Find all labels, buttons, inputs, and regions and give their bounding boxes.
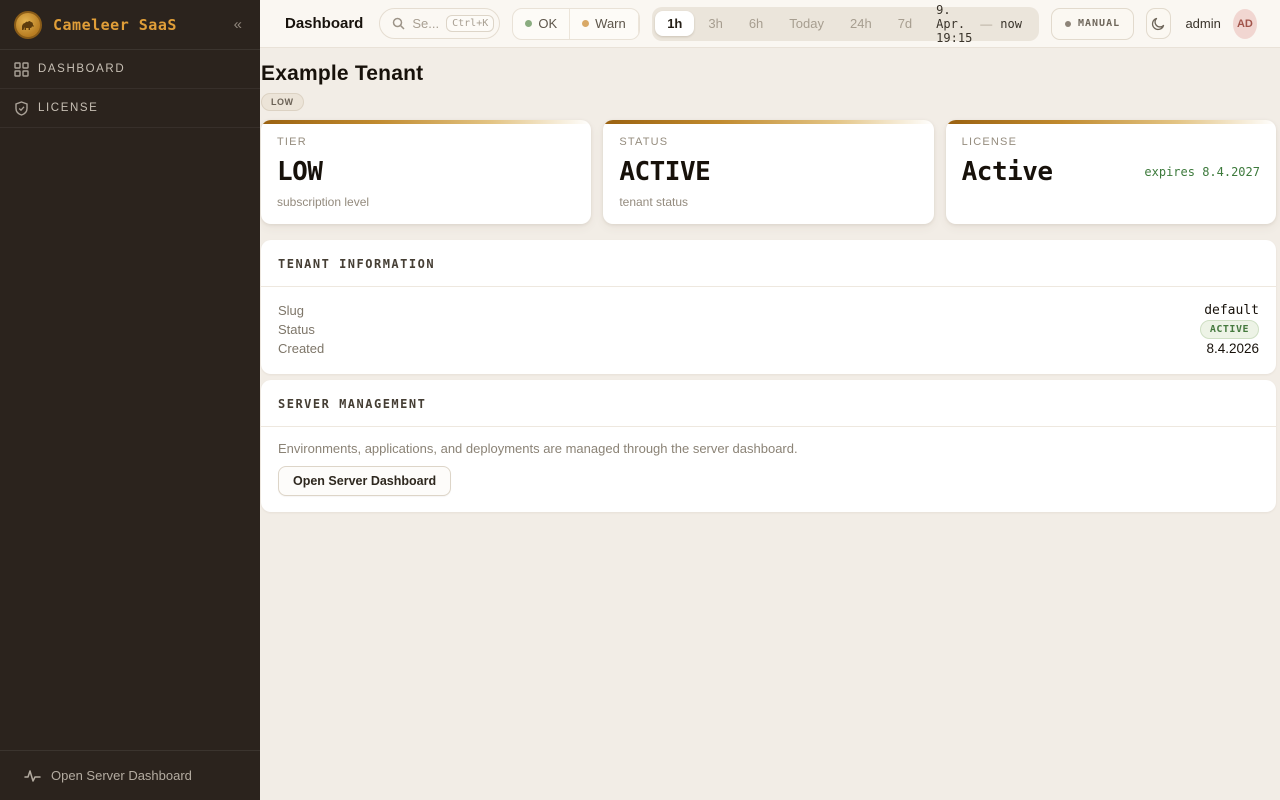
card-label: STATUS bbox=[619, 136, 917, 148]
panel-header: SERVER MANAGEMENT bbox=[261, 380, 1276, 427]
status-badge: ACTIVE bbox=[1200, 320, 1259, 339]
card-value: Active bbox=[962, 157, 1053, 187]
panel-title: SERVER MANAGEMENT bbox=[278, 397, 426, 411]
time-range-24h[interactable]: 24h bbox=[838, 11, 884, 36]
manual-refresh-button[interactable]: MANUAL bbox=[1051, 8, 1134, 40]
status-card: STATUS ACTIVE tenant status bbox=[603, 120, 933, 224]
brand-name: Cameleer SaaS bbox=[53, 16, 177, 34]
time-range-6h[interactable]: 6h bbox=[737, 11, 775, 36]
card-subtitle: tenant status bbox=[619, 195, 917, 209]
status-filter-warn[interactable]: Warn bbox=[569, 9, 638, 39]
time-range-7d[interactable]: 7d bbox=[886, 11, 924, 36]
slug-value: default bbox=[1204, 303, 1259, 318]
content-column: Dashboard Se... Ctrl+K OK Warn bbox=[260, 0, 1280, 800]
main-content: Example Tenant LOW TIER LOW subscription… bbox=[260, 48, 1280, 800]
shield-icon bbox=[14, 101, 29, 116]
time-range-3h[interactable]: 3h bbox=[696, 11, 734, 36]
search-icon bbox=[392, 17, 405, 30]
status-filter-ok[interactable]: OK bbox=[513, 9, 569, 39]
sidebar-header: Cameleer SaaS « bbox=[0, 0, 260, 50]
tier-card: TIER LOW subscription level bbox=[261, 120, 591, 224]
info-label: Status bbox=[278, 322, 315, 337]
page-title: Example Tenant bbox=[261, 62, 1276, 86]
license-expiry: expires 8.4.2027 bbox=[1144, 165, 1260, 179]
time-range-1h[interactable]: 1h bbox=[655, 11, 694, 36]
search-input[interactable]: Se... Ctrl+K bbox=[379, 8, 500, 39]
sidebar-item-dashboard[interactable]: DASHBOARD bbox=[0, 50, 260, 89]
custom-range-display[interactable]: 9. Apr. 19:15 — now bbox=[926, 3, 1036, 45]
sidebar-collapse-icon[interactable]: « bbox=[230, 14, 246, 35]
search-placeholder: Se... bbox=[412, 16, 439, 31]
card-value: LOW bbox=[277, 157, 322, 187]
sidebar-item-license[interactable]: LICENSE bbox=[0, 89, 260, 128]
sidebar: Cameleer SaaS « DASHBOARD LICENS bbox=[0, 0, 260, 800]
panel-title: TENANT INFORMATION bbox=[278, 257, 435, 271]
card-value: ACTIVE bbox=[619, 157, 710, 187]
info-row-status: Status ACTIVE bbox=[278, 320, 1259, 339]
ok-dot-icon bbox=[525, 20, 532, 27]
info-row-slug: Slug default bbox=[278, 301, 1259, 320]
sidebar-open-server-dashboard[interactable]: Open Server Dashboard bbox=[0, 750, 260, 800]
manual-dot-icon bbox=[1065, 21, 1071, 27]
page-header-title: Dashboard bbox=[285, 15, 363, 32]
tier-badge: LOW bbox=[261, 93, 304, 111]
avatar[interactable]: AD bbox=[1233, 9, 1257, 39]
moon-icon bbox=[1151, 16, 1166, 31]
summary-cards: TIER LOW subscription level STATUS ACTIV… bbox=[261, 120, 1276, 224]
status-filter-error[interactable] bbox=[638, 9, 640, 39]
open-server-dashboard-button[interactable]: Open Server Dashboard bbox=[278, 466, 451, 496]
status-filter-group: OK Warn bbox=[512, 8, 640, 40]
panel-header: TENANT INFORMATION bbox=[261, 240, 1276, 287]
sidebar-item-label: LICENSE bbox=[38, 102, 98, 114]
username: admin bbox=[1185, 16, 1220, 31]
card-label: TIER bbox=[277, 136, 575, 148]
time-range-today[interactable]: Today bbox=[777, 11, 836, 36]
range-separator: — bbox=[980, 17, 992, 31]
activity-icon bbox=[24, 769, 41, 783]
dark-mode-toggle[interactable] bbox=[1146, 8, 1171, 39]
range-end: now bbox=[1000, 17, 1022, 31]
range-start: 9. Apr. 19:15 bbox=[936, 3, 972, 45]
search-shortcut-kbd: Ctrl+K bbox=[446, 15, 494, 32]
warn-dot-icon bbox=[582, 20, 589, 27]
info-label: Slug bbox=[278, 303, 304, 318]
card-subtitle: subscription level bbox=[277, 195, 575, 209]
sidebar-nav: DASHBOARD LICENSE bbox=[0, 50, 260, 128]
top-header: Dashboard Se... Ctrl+K OK Warn bbox=[260, 0, 1280, 48]
manual-label: MANUAL bbox=[1078, 18, 1120, 29]
server-management-description: Environments, applications, and deployme… bbox=[278, 441, 1259, 456]
info-row-created: Created 8.4.2026 bbox=[278, 339, 1259, 358]
created-value: 8.4.2026 bbox=[1206, 341, 1259, 356]
time-range-group: 1h 3h 6h Today 24h 7d 9. Apr. 19:15 — no… bbox=[652, 7, 1039, 41]
sidebar-item-label: DASHBOARD bbox=[38, 63, 125, 75]
status-filter-label: OK bbox=[538, 16, 557, 31]
status-filter-label: Warn bbox=[595, 16, 626, 31]
camel-logo-icon bbox=[14, 11, 42, 39]
server-management-panel: SERVER MANAGEMENT Environments, applicat… bbox=[261, 380, 1276, 512]
grid-icon bbox=[14, 62, 29, 77]
card-label: LICENSE bbox=[962, 136, 1260, 148]
license-card: LICENSE Active expires 8.4.2027 bbox=[946, 120, 1276, 224]
tenant-information-panel: TENANT INFORMATION Slug default Status A… bbox=[261, 240, 1276, 374]
sidebar-footer-label: Open Server Dashboard bbox=[51, 768, 192, 783]
info-label: Created bbox=[278, 341, 324, 356]
